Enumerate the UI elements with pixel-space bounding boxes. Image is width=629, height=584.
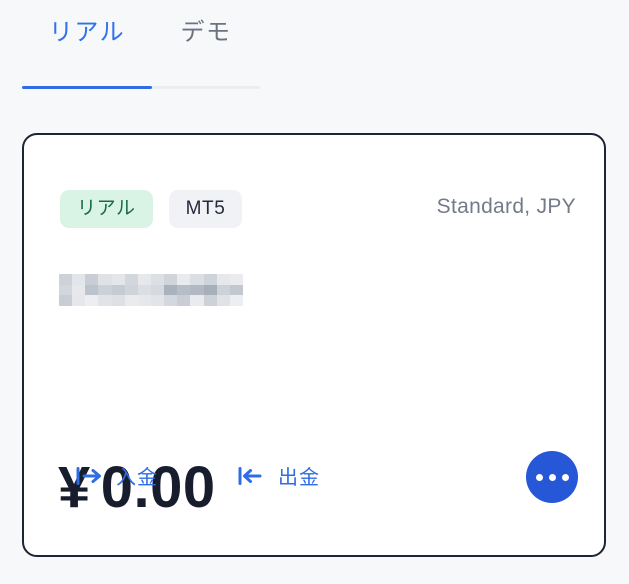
- account-id-redacted: [59, 274, 243, 306]
- deposit-label: 入金: [116, 466, 158, 489]
- deposit-button[interactable]: 入金: [76, 465, 158, 490]
- tab-underline-track: [22, 86, 260, 89]
- arrow-right-to-bar-icon: [76, 465, 103, 490]
- withdraw-label: 出金: [278, 466, 320, 489]
- tab-demo[interactable]: デモ: [152, 18, 260, 48]
- ellipsis-icon: [561, 473, 569, 481]
- more-options-button[interactable]: [526, 451, 578, 503]
- account-badges: リアル MT5: [60, 190, 243, 228]
- tab-list: リアル デモ: [22, 18, 260, 48]
- account-actions: 入金 出金: [76, 465, 320, 490]
- ellipsis-icon: [548, 473, 556, 481]
- ellipsis-icon: [535, 473, 543, 481]
- badge-account-kind: リアル: [60, 190, 153, 228]
- account-card[interactable]: リアル MT5 Standard, JPY ¥0.00 入金 出金: [22, 133, 606, 557]
- withdraw-button[interactable]: 出金: [238, 465, 320, 490]
- account-type-label: Standard, JPY: [436, 195, 576, 218]
- account-type-tabbar: リアル デモ: [0, 0, 629, 94]
- arrow-left-to-bar-icon: [238, 465, 265, 490]
- badge-platform: MT5: [168, 190, 243, 228]
- tab-real[interactable]: リアル: [22, 18, 152, 48]
- tab-active-indicator: [22, 86, 152, 89]
